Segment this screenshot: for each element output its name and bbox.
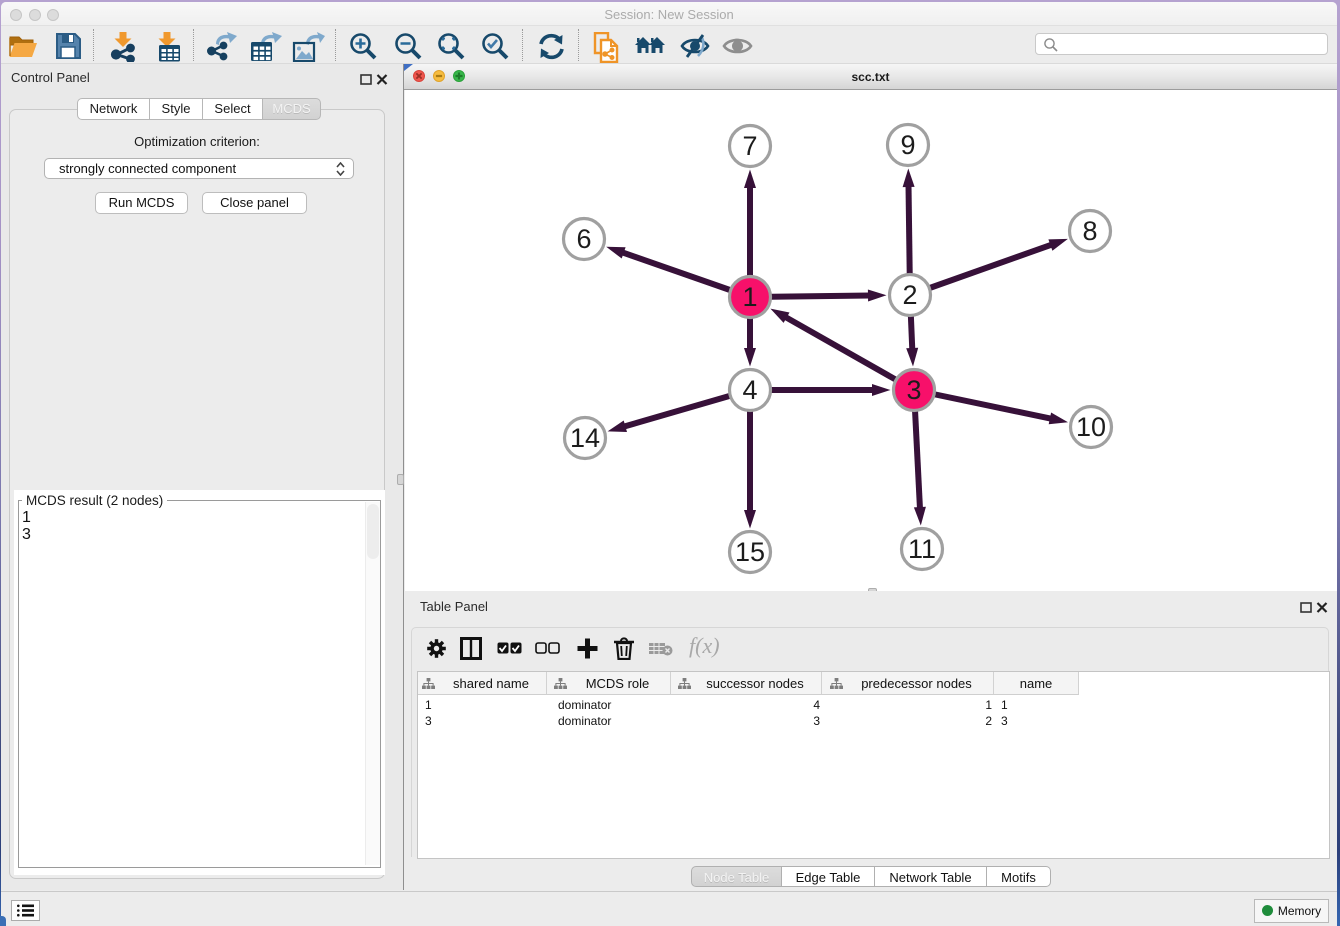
- svg-text:11: 11: [908, 534, 936, 564]
- svg-text:2: 2: [902, 280, 917, 310]
- svg-text:15: 15: [735, 537, 765, 567]
- svg-text:8: 8: [1082, 216, 1097, 246]
- svg-text:4: 4: [742, 375, 757, 405]
- svg-text:14: 14: [570, 423, 600, 453]
- svg-text:7: 7: [742, 131, 757, 161]
- svg-text:1: 1: [742, 282, 757, 312]
- svg-text:3: 3: [906, 375, 921, 405]
- svg-text:9: 9: [900, 130, 915, 160]
- svg-text:6: 6: [576, 224, 591, 254]
- svg-text:10: 10: [1076, 412, 1106, 442]
